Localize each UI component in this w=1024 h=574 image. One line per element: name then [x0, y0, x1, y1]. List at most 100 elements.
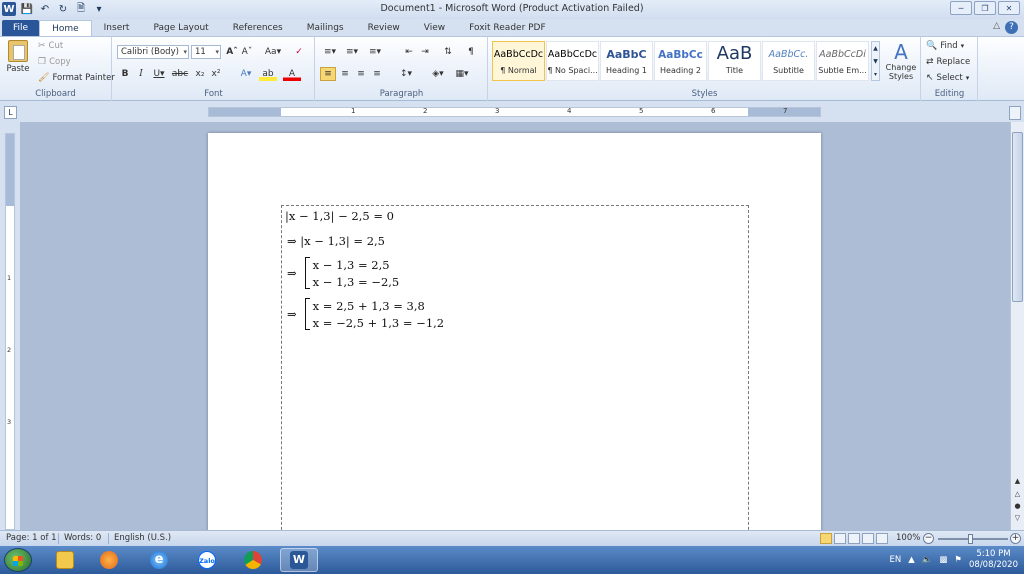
taskbar-file-explorer[interactable]	[46, 548, 84, 572]
action-center-flag-icon[interactable]: ⚑	[954, 555, 962, 565]
justify-button[interactable]: ≡	[370, 67, 384, 81]
select-button[interactable]: ↖ Select ▾	[926, 73, 969, 83]
draft-view-icon[interactable]	[876, 533, 888, 544]
full-screen-reading-icon[interactable]	[834, 533, 846, 544]
taskbar-chrome[interactable]	[234, 548, 272, 572]
equation-text-box[interactable]: |x − 1,3| − 2,5 = 0 ⇒ |x − 1,3| = 2,5 ⇒ …	[281, 205, 749, 530]
tab-view[interactable]: View	[412, 20, 457, 36]
style-no-spacing[interactable]: AaBbCcDc ¶ No Spaci...	[546, 41, 599, 81]
numbering-button[interactable]: ≡▾	[342, 45, 362, 59]
vertical-scrollbar[interactable]: ▲ △ ● ▽	[1010, 122, 1024, 530]
style-subtle-emphasis[interactable]: AaBbCcDi Subtle Em...	[816, 41, 869, 81]
grow-font-button[interactable]: Aˆ	[225, 45, 239, 59]
format-painter-button[interactable]: 🖌 Format Painter	[38, 73, 115, 83]
tab-mailings[interactable]: Mailings	[295, 20, 356, 36]
horizontal-ruler[interactable]: 1 2 3 4 5 6 7	[208, 107, 821, 117]
italic-button[interactable]: I	[135, 67, 147, 81]
web-layout-icon[interactable]	[848, 533, 860, 544]
taskbar-zalo[interactable]: Zalo	[188, 548, 226, 572]
scroll-up-icon[interactable]: ▲	[1011, 477, 1024, 487]
underline-button[interactable]: U▾	[151, 67, 167, 81]
tab-insert[interactable]: Insert	[92, 20, 142, 36]
bullets-button[interactable]: ≡▾	[320, 45, 340, 59]
text-highlight-button[interactable]: ab	[259, 67, 277, 81]
restore-button[interactable]: ❐	[974, 1, 996, 15]
language-indicator[interactable]: English (U.S.)	[114, 533, 171, 543]
status-bar: Page: 1 of 1 Words: 0 English (U.S.) 100…	[0, 530, 1024, 546]
network-icon[interactable]: ▩	[939, 555, 947, 565]
tab-foxit-reader-pdf[interactable]: Foxit Reader PDF	[457, 20, 558, 36]
superscript-button[interactable]: x²	[209, 67, 223, 81]
shading-button[interactable]: ◈▾	[428, 67, 448, 81]
outline-view-icon[interactable]	[862, 533, 874, 544]
taskbar-word[interactable]: W	[280, 548, 318, 572]
start-button-icon[interactable]	[4, 548, 32, 572]
vertical-ruler[interactable]: 1 2 3	[5, 133, 15, 530]
cut-button[interactable]: ✂ Cut	[38, 41, 63, 51]
tab-file[interactable]: File	[2, 20, 40, 36]
font-name-combo[interactable]: Calibri (Body) ▾	[117, 45, 189, 59]
close-button[interactable]: ✕	[998, 1, 1020, 15]
document-page[interactable]: |x − 1,3| − 2,5 = 0 ⇒ |x − 1,3| = 2,5 ⇒ …	[208, 133, 821, 530]
line-spacing-button[interactable]: ↕▾	[396, 67, 416, 81]
internet-explorer-icon: e	[150, 551, 168, 569]
tab-review[interactable]: Review	[356, 20, 412, 36]
borders-button[interactable]: ▦▾	[452, 67, 472, 81]
shrink-font-button[interactable]: Aˇ	[240, 45, 254, 59]
clear-formatting-icon[interactable]: ✓	[291, 45, 307, 59]
increase-indent-button[interactable]: ⇥	[418, 45, 432, 59]
zoom-slider[interactable]	[938, 538, 1008, 540]
font-color-button[interactable]: A	[283, 67, 301, 81]
word-count[interactable]: Words: 0	[64, 533, 101, 543]
style-subtitle[interactable]: AaBbCc. Subtitle	[762, 41, 815, 81]
browse-object-icon[interactable]: ●	[1011, 502, 1024, 512]
paste-button[interactable]: Paste	[4, 40, 32, 82]
find-button[interactable]: 🔍 Find ▾	[926, 41, 964, 51]
replace-button[interactable]: ⇄ Replace	[926, 57, 970, 67]
style-heading-2[interactable]: AaBbCc Heading 2	[654, 41, 707, 81]
style-title[interactable]: AaB Title	[708, 41, 761, 81]
minimize-button[interactable]: ─	[950, 1, 972, 15]
volume-icon[interactable]: 🔈	[922, 555, 933, 565]
zoom-slider-thumb[interactable]	[968, 534, 973, 544]
taskbar-internet-explorer[interactable]: e	[140, 548, 178, 572]
zoom-level[interactable]: 100%	[896, 533, 920, 543]
help-icon[interactable]: ?	[1005, 21, 1018, 34]
subscript-button[interactable]: x₂	[193, 67, 207, 81]
sort-button[interactable]: ⇅	[440, 45, 456, 59]
change-case-button[interactable]: Aa▾	[263, 45, 283, 59]
show-hidden-icons-icon[interactable]: ▲	[908, 555, 915, 565]
strikethrough-button[interactable]: abc	[171, 67, 189, 81]
tab-selector-icon[interactable]: L	[4, 106, 17, 119]
align-left-button[interactable]: ≡	[320, 67, 336, 81]
align-center-button[interactable]: ≡	[338, 67, 352, 81]
text-effects-button[interactable]: A▾	[237, 67, 255, 81]
minimize-ribbon-icon[interactable]: △	[993, 21, 1000, 31]
style-heading-1[interactable]: AaBbC Heading 1	[600, 41, 653, 81]
next-page-icon[interactable]: ▽	[1011, 514, 1024, 524]
show-hide-marks-button[interactable]: ¶	[464, 45, 478, 59]
page-count[interactable]: Page: 1 of 1	[6, 533, 57, 543]
zoom-in-icon[interactable]: +	[1010, 533, 1021, 544]
input-language[interactable]: EN	[889, 555, 901, 565]
scrollbar-thumb[interactable]	[1012, 132, 1023, 302]
styles-scroll-arrows[interactable]: ▲ ▼ ▾	[871, 41, 880, 81]
taskbar-media-player[interactable]	[90, 548, 128, 572]
font-size-combo[interactable]: 11 ▾	[191, 45, 221, 59]
style-preview: AaBbCc.	[768, 49, 809, 60]
previous-page-icon[interactable]: △	[1011, 490, 1024, 500]
style-normal[interactable]: AaBbCcDc ¶ Normal	[492, 41, 545, 81]
decrease-indent-button[interactable]: ⇤	[402, 45, 416, 59]
zoom-out-icon[interactable]: −	[923, 533, 934, 544]
change-styles-button[interactable]: A Change Styles	[883, 41, 919, 81]
tab-page-layout[interactable]: Page Layout	[141, 20, 220, 36]
system-clock[interactable]: 5:10 PM 08/08/2020	[969, 549, 1018, 571]
align-right-button[interactable]: ≡	[354, 67, 368, 81]
tab-references[interactable]: References	[221, 20, 295, 36]
view-ruler-icon[interactable]	[1009, 106, 1021, 120]
multilevel-list-button[interactable]: ≡▾	[364, 45, 386, 59]
bold-button[interactable]: B	[119, 67, 131, 81]
tab-home[interactable]: Home	[39, 20, 92, 36]
print-layout-view-icon[interactable]	[820, 533, 832, 544]
copy-button[interactable]: ❐ Copy	[38, 57, 71, 67]
